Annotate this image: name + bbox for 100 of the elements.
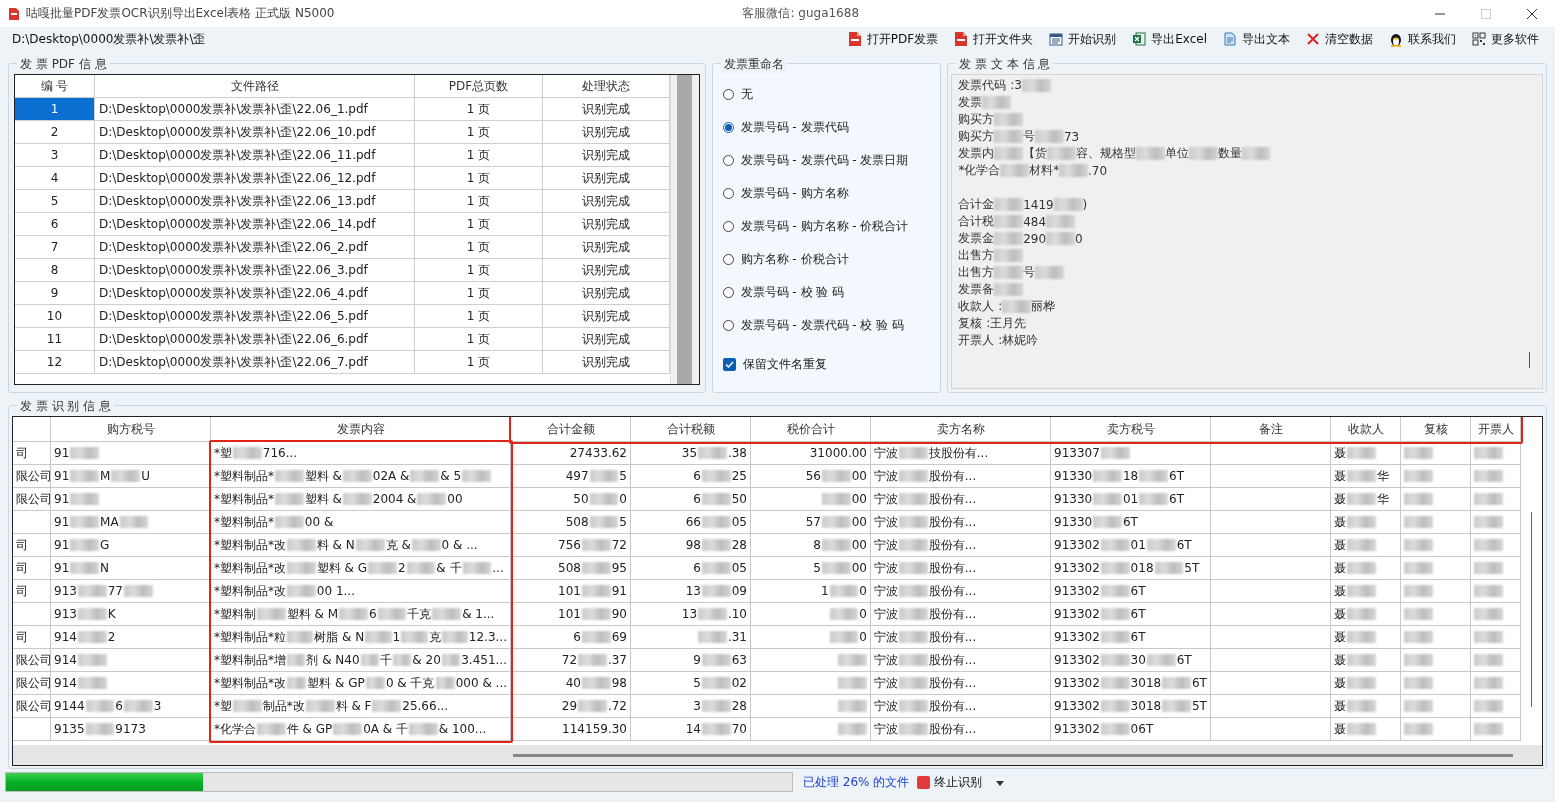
cell-text: & 千 xyxy=(436,559,462,577)
column-header[interactable]: PDF总页数 xyxy=(415,75,543,98)
table-cell[interactable]: D:\Desktop\0000发票补\发票补\歪\22.06_5.pdf xyxy=(95,305,415,328)
table-cell[interactable]: 11 xyxy=(15,328,95,351)
column-header[interactable]: 卖方名称 xyxy=(871,417,1051,442)
radio-label[interactable]: 无 xyxy=(740,86,753,103)
table-cell[interactable]: 9 xyxy=(15,282,95,305)
checkbox[interactable] xyxy=(722,358,736,371)
column-header[interactable]: 购方税号 xyxy=(51,417,211,442)
toolbar-button[interactable]: 导出Excel xyxy=(1124,28,1215,50)
scrollbar-thumb[interactable] xyxy=(677,75,693,384)
blurred-text xyxy=(406,561,436,575)
column-header[interactable]: 收款人 xyxy=(1331,417,1401,442)
table-cell[interactable]: 1 页 xyxy=(415,282,543,305)
table-cell[interactable]: 1 页 xyxy=(415,190,543,213)
toolbar-button[interactable]: 打开文件夹 xyxy=(946,28,1042,50)
table-cell[interactable]: 1 页 xyxy=(415,167,543,190)
blurred-text xyxy=(1474,630,1503,644)
column-header[interactable]: 处理状态 xyxy=(543,75,670,98)
table-cell[interactable]: 1 xyxy=(15,98,95,121)
scrollbar-thumb[interactable] xyxy=(513,753,1513,757)
table-cell[interactable]: D:\Desktop\0000发票补\发票补\歪\22.06_2.pdf xyxy=(95,236,415,259)
table-cell[interactable]: 1 页 xyxy=(415,98,543,121)
blurred-text xyxy=(85,722,115,736)
table-cell[interactable]: 12 xyxy=(15,351,95,374)
radio-button[interactable] xyxy=(722,320,734,331)
table-cell[interactable]: 1 页 xyxy=(415,236,543,259)
blurred-text xyxy=(698,446,727,460)
radio-button[interactable] xyxy=(722,89,734,100)
toolbar-button[interactable]: 导出文本 xyxy=(1215,28,1298,50)
cell-text: 28 xyxy=(731,538,747,552)
table-cell[interactable]: D:\Desktop\0000发票补\发票补\歪\22.06_11.pdf xyxy=(95,144,415,167)
table-cell[interactable]: D:\Desktop\0000发票补\发票补\歪\22.06_4.pdf xyxy=(95,282,415,305)
table-cell[interactable]: 1 页 xyxy=(415,121,543,144)
scrollbar-thumb[interactable] xyxy=(1531,512,1532,707)
cell-text: 0 xyxy=(859,584,867,598)
table-cell[interactable]: 1 页 xyxy=(415,328,543,351)
radio-button[interactable] xyxy=(722,155,734,166)
blurred-text xyxy=(408,722,438,736)
column-header[interactable]: 开票人 xyxy=(1471,417,1521,442)
table-cell[interactable]: D:\Desktop\0000发票补\发票补\歪\22.06_7.pdf xyxy=(95,351,415,374)
blurred-text xyxy=(1002,300,1032,313)
toolbar-button[interactable]: 开始识别 xyxy=(1041,28,1125,50)
stop-button[interactable]: 终止识别 xyxy=(915,773,985,791)
table-cell[interactable]: D:\Desktop\0000发票补\发票补\歪\22.06_3.pdf xyxy=(95,259,415,282)
table-cell[interactable]: 7 xyxy=(15,236,95,259)
toolbar-button[interactable]: 更多软件 xyxy=(1464,28,1547,50)
table-cell[interactable]: 10 xyxy=(15,305,95,328)
table-cell[interactable]: 1 页 xyxy=(415,213,543,236)
radio-label[interactable]: 发票号码 - 校 验 码 xyxy=(740,284,845,301)
toolbar-button[interactable]: 打开PDF发票 xyxy=(839,28,947,50)
toolbar-button[interactable]: 联系我们 xyxy=(1381,28,1464,50)
radio-label[interactable]: 发票号码 - 购方名称 - 价税合计 xyxy=(740,218,909,235)
column-header[interactable]: 发票内容 xyxy=(211,417,511,442)
column-header[interactable]: 复核 xyxy=(1401,417,1471,442)
pdf-icon xyxy=(954,31,969,47)
table-cell[interactable]: 1 页 xyxy=(415,259,543,282)
radio-label[interactable]: 发票号码 - 发票代码 - 校 验 码 xyxy=(740,317,905,334)
radio-label[interactable]: 发票号码 - 发票代码 xyxy=(740,119,849,136)
table-cell[interactable]: 1 页 xyxy=(415,144,543,167)
path-field[interactable]: D:\Desktop\0000发票补\发票补\歪 xyxy=(8,32,840,46)
radio-label[interactable]: 购方名称 - 价税合计 xyxy=(740,251,849,268)
table-cell[interactable]: 1 页 xyxy=(415,351,543,374)
radio-label[interactable]: 发票号码 - 发票代码 - 发票日期 xyxy=(740,152,909,169)
table-cell[interactable]: D:\Desktop\0000发票补\发票补\歪\22.06_6.pdf xyxy=(95,328,415,351)
close-icon[interactable] xyxy=(1527,8,1537,19)
minimize-icon[interactable] xyxy=(1435,12,1445,15)
column-header[interactable]: 合计税额 xyxy=(631,417,751,442)
column-header[interactable]: 备注 xyxy=(1211,417,1331,442)
blurred-text xyxy=(1347,446,1376,460)
table-cell[interactable]: 4 xyxy=(15,167,95,190)
table-cell[interactable]: 2 xyxy=(15,121,95,144)
column-header[interactable]: 合计金额 xyxy=(511,417,631,442)
column-header[interactable]: 卖方税号 xyxy=(1051,417,1211,442)
column-header[interactable]: 文件路径 xyxy=(95,75,415,98)
table-cell[interactable]: 3 xyxy=(15,144,95,167)
column-header[interactable]: 编 号 xyxy=(15,75,95,98)
radio-button[interactable] xyxy=(722,188,734,199)
radio-button[interactable] xyxy=(722,287,734,298)
table-cell[interactable]: 6 xyxy=(15,213,95,236)
checkbox-label[interactable]: 保留文件名重复 xyxy=(742,356,827,373)
column-header[interactable]: 税价合计 xyxy=(751,417,871,442)
radio-button[interactable] xyxy=(722,122,734,133)
table-cell[interactable]: D:\Desktop\0000发票补\发票补\歪\22.06_13.pdf xyxy=(95,190,415,213)
radio-button[interactable] xyxy=(722,254,734,265)
table-cell[interactable]: 1 页 xyxy=(415,305,543,328)
table-cell[interactable]: D:\Desktop\0000发票补\发票补\歪\22.06_10.pdf xyxy=(95,121,415,144)
cell-text: 913302 xyxy=(1054,538,1100,552)
cell-text: 6 xyxy=(693,561,701,575)
toolbar-button[interactable]: 清空数据 xyxy=(1298,28,1381,50)
radio-label[interactable]: 发票号码 - 购方名称 xyxy=(740,185,849,202)
text-line: .70 xyxy=(1088,163,1108,178)
table-cell[interactable]: 5 xyxy=(15,190,95,213)
table-cell[interactable]: D:\Desktop\0000发票补\发票补\歪\22.06_14.pdf xyxy=(95,213,415,236)
table-cell[interactable]: D:\Desktop\0000发票补\发票补\歪\22.06_12.pdf xyxy=(95,167,415,190)
table-cell[interactable]: D:\Desktop\0000发票补\发票补\歪\22.06_1.pdf xyxy=(95,98,415,121)
radio-button[interactable] xyxy=(722,221,734,232)
blurred-text xyxy=(1474,699,1503,713)
table-cell[interactable]: 8 xyxy=(15,259,95,282)
blurred-text xyxy=(1404,722,1433,736)
